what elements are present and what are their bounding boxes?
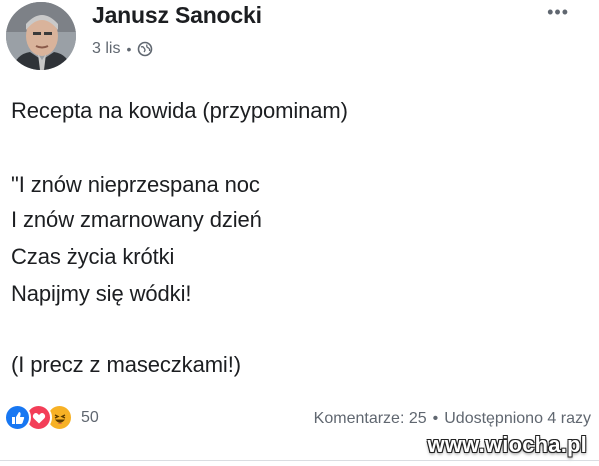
divider	[0, 460, 599, 461]
shares-count-link[interactable]: Udostępniono 4 razy	[444, 410, 591, 428]
author-name[interactable]: Janusz Sanocki	[92, 2, 262, 29]
like-icon	[4, 404, 31, 431]
post-text-line-3: I znów zmarnowany dzień	[11, 207, 262, 232]
comments-count-link[interactable]: Komentarze: 25	[314, 410, 427, 428]
post-text-line-1: Recepta na kowida (przypominam)	[11, 98, 348, 123]
post-text-line-2: "I znów nieprzespana noc	[11, 172, 260, 197]
watermark: www.wiocha.pl	[427, 432, 587, 457]
post-timestamp[interactable]: 3 lis	[92, 40, 120, 58]
stats-separator: •	[432, 410, 439, 427]
post-meta: 3 lis •	[92, 40, 153, 58]
ellipsis-icon[interactable]: •••	[547, 2, 569, 23]
post-stats: Komentarze: 25 • Udostępniono 4 razy	[314, 410, 591, 428]
post-text-line-5: Napijmy się wódki!	[11, 281, 192, 306]
post-text-line-6: (I precz z maseczkami!)	[11, 352, 241, 377]
meta-separator: •	[126, 41, 132, 57]
facebook-post: Janusz Sanocki 3 lis • ••• Recepta na ko…	[0, 0, 599, 466]
reactions-summary[interactable]: 50	[4, 404, 99, 431]
globe-icon	[137, 41, 153, 57]
avatar[interactable]	[6, 2, 76, 70]
post-text-line-4: Czas życia krótki	[11, 244, 175, 269]
avatar-photo	[6, 2, 76, 70]
reaction-count: 50	[81, 408, 99, 426]
